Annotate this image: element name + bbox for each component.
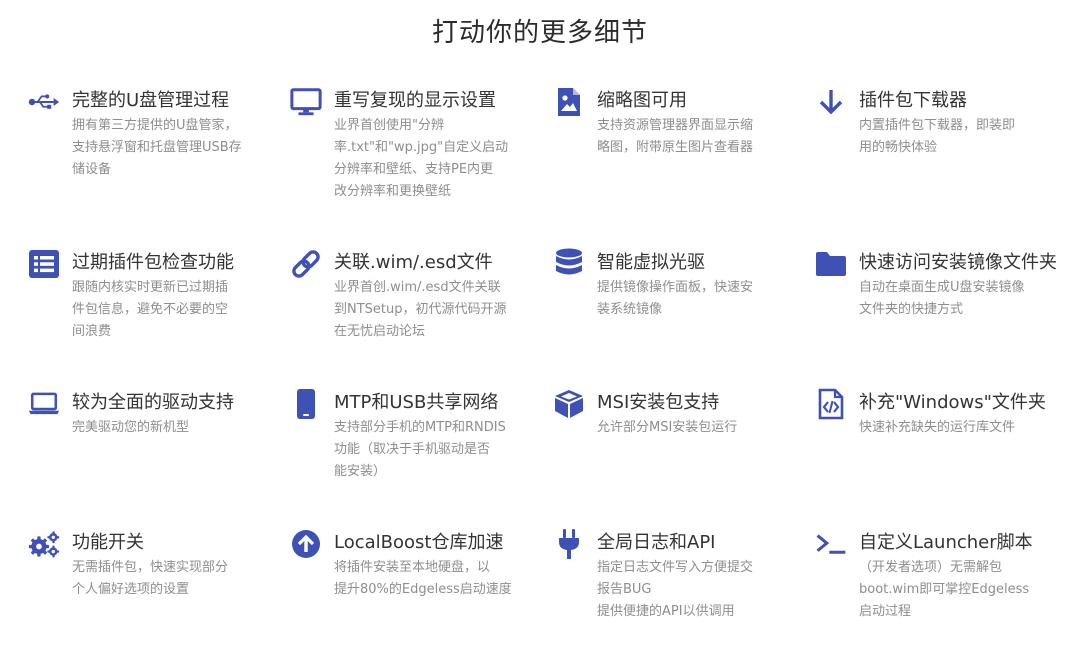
feature-description: 业界首创.wim/.esd文件关联 到NTSetup，初代源代码开源 在无忧启动论坛 [334, 277, 534, 343]
feature-description-line: 功能（取决于手机驱动是否 [334, 442, 491, 457]
feature-description-line: 件包信息，避免不必要的空 [72, 302, 229, 317]
feature-description-line: 无需插件包，快速实现部分 [72, 560, 229, 575]
feature-description: 内置插件包下载器，即装即 用的畅快体验 [859, 115, 1059, 159]
feature-description-line: 报告BUG [597, 582, 652, 597]
feature-title: 自定义Launcher脚本 [859, 532, 1033, 553]
feature-description: 完美驱动您的新机型 [72, 417, 272, 439]
feature-description-line: 支持资源管理器界面显示缩 [597, 118, 754, 133]
feature-description-line: 内置插件包下载器，即装即 [859, 118, 1016, 133]
code-file-icon [815, 388, 847, 420]
feature-title: 快速访问安装镜像文件夹 [859, 252, 1057, 273]
feature-title: MTP和USB共享网络 [334, 392, 499, 413]
feature-description-line: 率.txt"和"wp.jpg"自定义启动 [334, 140, 509, 155]
feature-description-line: 在无忧启动论坛 [334, 324, 426, 339]
feature-title: 全局日志和API [597, 532, 716, 553]
list-icon [28, 248, 60, 280]
feature-title: 插件包下载器 [859, 90, 967, 111]
feature-description: 将插件安装至本地硬盘，以提升80%的Edgeless启动速度 [334, 557, 534, 601]
link-icon [290, 248, 322, 280]
feature-description-line: 快速补充缺失的运行库文件 [859, 420, 1016, 435]
feature-title: MSI安装包支持 [597, 392, 720, 413]
mobile-phone-icon [290, 388, 322, 420]
gears-icon [28, 528, 60, 560]
feature-description-line: 文件夹的快捷方式 [859, 302, 964, 317]
feature-title: 功能开关 [72, 532, 144, 553]
feature-description: 允许部分MSI安装包运行 [597, 417, 797, 439]
feature-description-line: 提升80%的Edgeless启动速度 [334, 582, 512, 597]
feature-description-line: 储设备 [72, 162, 112, 177]
feature-description-line: 业界首创.wim/.esd文件关联 [334, 280, 501, 295]
feature-description-line: 启动过程 [859, 604, 912, 619]
feature-description-line: 指定日志文件写入方便提交 [597, 560, 754, 575]
feature-description-line: 略图，附带原生图片查看器 [597, 140, 754, 155]
feature-description-line: 自动在桌面生成U盘安装镜像 [859, 280, 1025, 295]
feature-description-line: 到NTSetup，初代源代码开源 [334, 302, 507, 317]
feature-description-line: 拥有第三方提供的U盘管家， [72, 118, 238, 133]
feature-title: 较为全面的驱动支持 [72, 392, 234, 413]
usb-icon [28, 86, 60, 118]
feature-description-line: 提供镜像操作面板，快速安 [597, 280, 754, 295]
feature-description-line: 支持悬浮窗和托盘管理USB存 [72, 140, 242, 155]
monitor-icon [290, 86, 322, 118]
feature-description-line: 将插件安装至本地硬盘，以 [334, 560, 491, 575]
folder-icon [815, 248, 847, 280]
feature-title: 智能虚拟光驱 [597, 252, 705, 273]
feature-title: 完整的U盘管理过程 [72, 90, 230, 111]
feature-title: 补充"Windows"文件夹 [859, 392, 1046, 413]
feature-description: 支持部分手机的MTP和RNDIS 功能（取决于手机驱动是否 能安装） [334, 417, 534, 483]
feature-description: 快速补充缺失的运行库文件 [859, 417, 1059, 439]
feature-description-line: 能安装） [334, 464, 387, 479]
feature-description-line: （开发者选项）无需解包 [859, 560, 1003, 575]
feature-description: （开发者选项）无需解包 boot.wim即可掌控Edgeless 启动过程 [859, 557, 1059, 623]
feature-title: LocalBoost仓库加速 [334, 532, 504, 553]
feature-description: 支持资源管理器界面显示缩 略图，附带原生图片查看器 [597, 115, 797, 159]
feature-description-line: 装系统镜像 [597, 302, 663, 317]
feature-description: 自动在桌面生成U盘安装镜像 文件夹的快捷方式 [859, 277, 1059, 321]
feature-description: 提供镜像操作面板，快速安 装系统镜像 [597, 277, 797, 321]
feature-title: 缩略图可用 [597, 90, 687, 111]
feature-title: 过期插件包检查功能 [72, 252, 234, 273]
feature-description-line: 允许部分MSI安装包运行 [597, 420, 738, 435]
terminal-icon [815, 528, 847, 560]
feature-description-line: 支持部分手机的MTP和RNDIS [334, 420, 506, 435]
feature-description: 无需插件包，快速实现部分 个人偏好选项的设置 [72, 557, 272, 601]
feature-description-line: 提供便捷的API以供调用 [597, 604, 735, 619]
database-icon [553, 248, 585, 280]
feature-description: 拥有第三方提供的U盘管家， 支持悬浮窗和托盘管理USB存 储设备 [72, 115, 272, 181]
cube-icon [553, 388, 585, 420]
feature-description-line: 个人偏好选项的设置 [72, 582, 190, 597]
feature-title: 重写复现的显示设置 [334, 90, 496, 111]
feature-description-line: 改分辨率和更换壁纸 [334, 184, 452, 199]
feature-description-line: 跟随内核实时更新已过期插 [72, 280, 229, 295]
feature-description-line: 用的畅快体验 [859, 140, 938, 155]
download-arrow-icon [815, 86, 847, 118]
feature-description-line: 业界首创使用"分辨 [334, 118, 444, 133]
feature-description-line: 分辨率和壁纸、支持PE内更 [334, 162, 494, 177]
arrow-circle-up-icon [290, 528, 322, 560]
plug-icon [553, 528, 585, 560]
image-file-icon [553, 86, 585, 118]
feature-description-line: 完美驱动您的新机型 [72, 420, 190, 435]
feature-description-line: boot.wim即可掌控Edgeless [859, 582, 1030, 597]
laptop-icon [28, 388, 60, 420]
feature-description: 指定日志文件写入方便提交 报告BUG 提供便捷的API以供调用 [597, 557, 797, 623]
feature-description-line: 间浪费 [72, 324, 112, 339]
feature-title: 关联.wim/.esd文件 [334, 252, 493, 273]
page-title: 打动你的更多细节 [431, 18, 648, 48]
feature-description: 跟随内核实时更新已过期插 件包信息，避免不必要的空 间浪费 [72, 277, 272, 343]
feature-description: 业界首创使用"分辨率.txt"和"wp.jpg"自定义启动 分辨率和壁纸、支持PE… [334, 115, 534, 203]
